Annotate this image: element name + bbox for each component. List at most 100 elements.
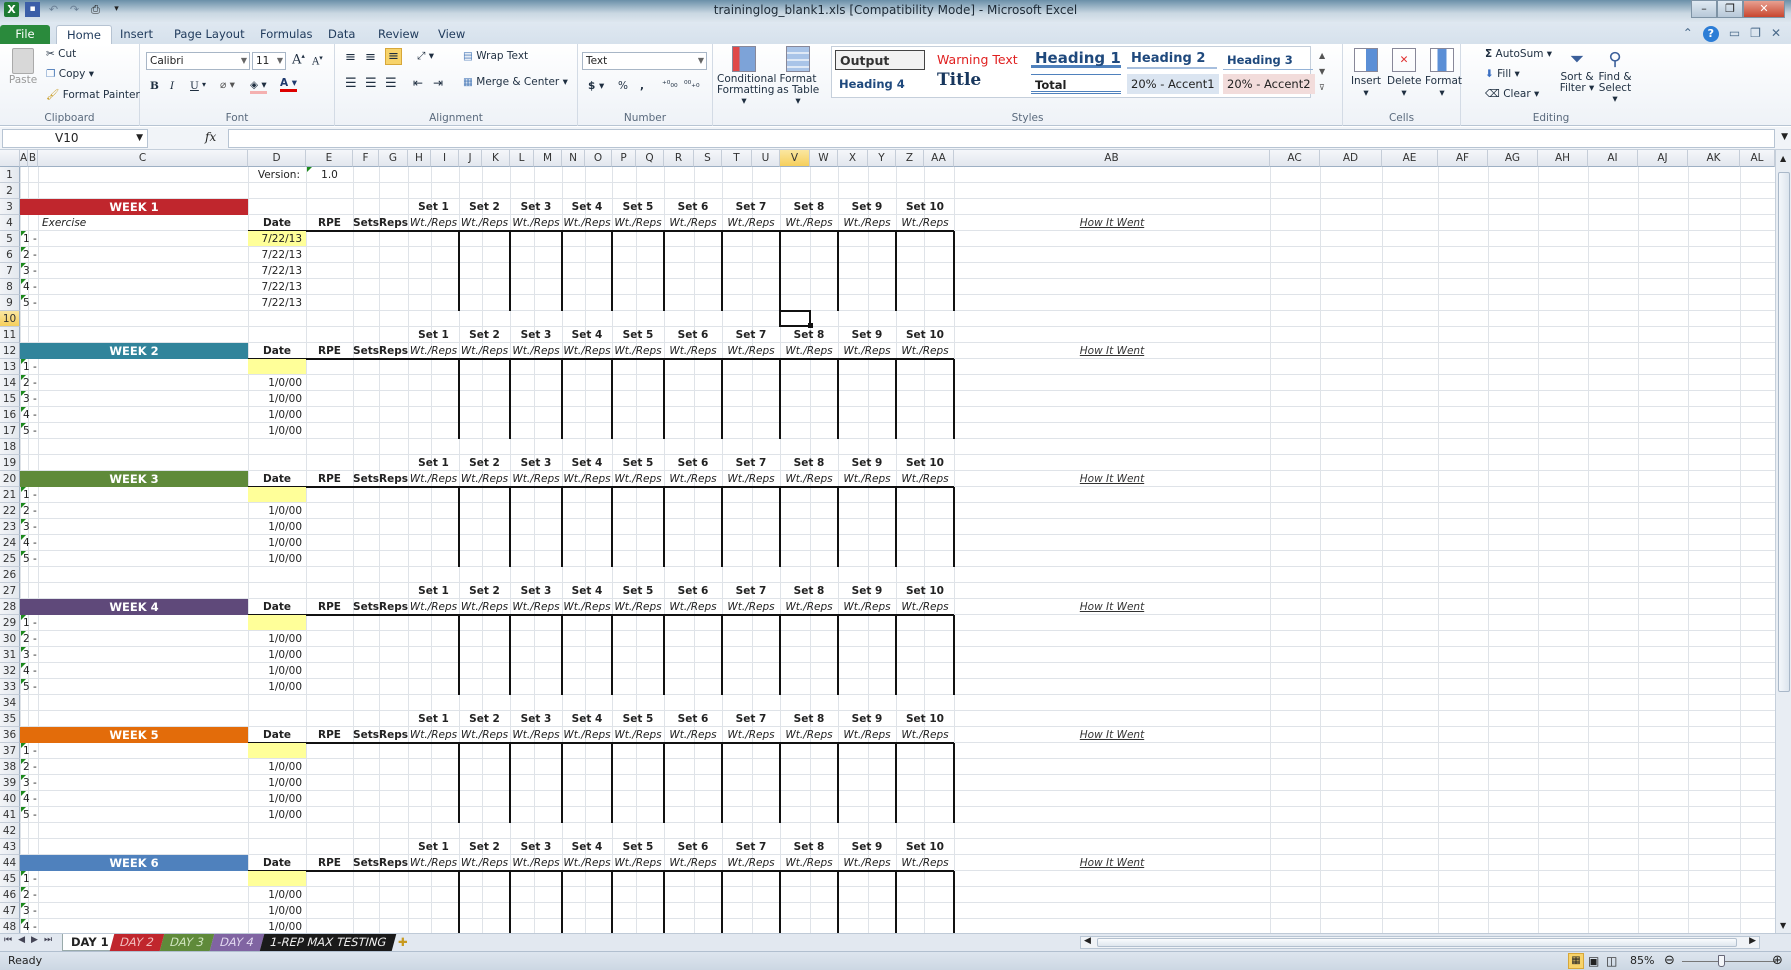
date-cell[interactable]: 1/0/00	[248, 679, 302, 695]
align-left-icon[interactable]: ☰	[345, 76, 357, 91]
date-cell[interactable]: 1/0/00	[248, 519, 302, 535]
align-right-icon[interactable]: ☰	[385, 76, 397, 91]
autosum-button[interactable]: Σ AutoSum ▾	[1485, 48, 1552, 60]
zoom-slider[interactable]	[1682, 961, 1776, 962]
date-cell[interactable]: 1/0/00	[248, 503, 302, 519]
worksheet-grid[interactable]: A B C D E F G H I J K L M N O P Q R S T U V W X Y Z AA AB AC AD AE AF AG…	[0, 150, 1775, 933]
conditional-formatting-button[interactable]: Conditional Formatting ▾	[717, 46, 776, 107]
row-header-47[interactable]: 47	[0, 903, 20, 919]
insert-sheet-icon[interactable]: ✚	[390, 934, 416, 951]
date-cell[interactable]: 7/22/13	[248, 263, 302, 279]
row-header-3[interactable]: 3	[0, 199, 20, 215]
date-cell[interactable]: 7/22/13	[248, 247, 302, 263]
exercise-name-cell[interactable]	[38, 519, 248, 535]
exercise-name-cell[interactable]	[38, 903, 248, 919]
restore-button[interactable]: ❐	[1717, 0, 1743, 18]
gallery-scroll[interactable]: ▲ ▼ ⊽	[1319, 48, 1325, 96]
row-header-10[interactable]: 10	[0, 311, 20, 327]
vertical-scrollbar[interactable]: ▲ ▼	[1775, 150, 1791, 933]
row-header-38[interactable]: 38	[0, 759, 20, 775]
copy-button[interactable]: ❐ Copy ▾	[46, 68, 94, 80]
exercise-name-cell[interactable]	[38, 791, 248, 807]
row-header-15[interactable]: 15	[0, 391, 20, 407]
page-break-view-icon[interactable]: ◫	[1606, 952, 1617, 970]
row-header-7[interactable]: 7	[0, 263, 20, 279]
date-cell[interactable]: 1/0/00	[248, 535, 302, 551]
date-cell[interactable]: 1/0/00	[248, 551, 302, 567]
row-header-2[interactable]: 2	[0, 183, 20, 199]
exercise-name-cell[interactable]	[38, 551, 248, 567]
tab-review[interactable]: Review	[368, 25, 429, 44]
row-header-43[interactable]: 43	[0, 839, 20, 855]
row-header-33[interactable]: 33	[0, 679, 20, 695]
sort-filter-button[interactable]: ⏷ Sort & Filter ▾	[1557, 48, 1597, 94]
percent-button[interactable]: %	[618, 80, 628, 92]
underline-button[interactable]: U	[190, 80, 199, 92]
row-header-26[interactable]: 26	[0, 567, 20, 583]
column-header-ae[interactable]: AE	[1382, 150, 1438, 167]
row-header-36[interactable]: 36	[0, 727, 20, 743]
row-header-42[interactable]: 42	[0, 823, 20, 839]
tab-formulas[interactable]: Formulas	[250, 25, 323, 44]
style-20-accent2[interactable]: 20% - Accent2	[1223, 74, 1315, 94]
row-header-40[interactable]: 40	[0, 791, 20, 807]
row-header-8[interactable]: 8	[0, 279, 20, 295]
tab-insert[interactable]: Insert	[110, 25, 163, 44]
page-layout-view-icon[interactable]: ▣	[1588, 952, 1599, 970]
row-header-34[interactable]: 34	[0, 695, 20, 711]
italic-button[interactable]: I	[170, 80, 174, 92]
font-color-icon[interactable]: A ▾	[280, 77, 298, 92]
row-header-48[interactable]: 48	[0, 919, 20, 933]
column-header-z[interactable]: Z	[896, 150, 924, 167]
row-header-37[interactable]: 37	[0, 743, 20, 759]
comma-button[interactable]: ,	[640, 80, 644, 92]
delete-cells-button[interactable]: ✕ Delete ▾	[1387, 48, 1422, 99]
row-header-19[interactable]: 19	[0, 455, 20, 471]
row-header-11[interactable]: 11	[0, 327, 20, 343]
date-cell[interactable]: 1/0/00	[248, 791, 302, 807]
column-header-ad[interactable]: AD	[1320, 150, 1382, 167]
selected-cell[interactable]	[779, 310, 811, 327]
date-cell[interactable]: 1/0/00	[248, 903, 302, 919]
format-painter-button[interactable]: 🖌 Format Painter	[46, 88, 140, 101]
date-cell[interactable]: 1/0/00	[248, 807, 302, 823]
column-header-u[interactable]: U	[752, 150, 780, 167]
font-size-combo[interactable]: 11 ▼	[252, 52, 286, 70]
style-20-accent1[interactable]: 20% - Accent1	[1127, 74, 1219, 94]
exercise-name-cell[interactable]	[38, 759, 248, 775]
scroll-down-icon[interactable]: ▼	[1780, 921, 1786, 930]
normal-view-icon[interactable]: ▦	[1568, 953, 1584, 969]
row-header-35[interactable]: 35	[0, 711, 20, 727]
exercise-name-cell[interactable]	[38, 871, 248, 887]
grow-font-icon[interactable]: A▴	[292, 52, 305, 67]
borders-icon[interactable]: ⌀ ▾	[220, 79, 235, 91]
row-header-17[interactable]: 17	[0, 423, 20, 439]
tab-page-layout[interactable]: Page Layout	[164, 25, 255, 44]
row-header-39[interactable]: 39	[0, 775, 20, 791]
column-header-x[interactable]: X	[838, 150, 868, 167]
workbook-minimize-icon[interactable]: ▭	[1729, 26, 1740, 42]
increase-indent-icon[interactable]: ⇥	[433, 76, 443, 90]
column-header-aa[interactable]: AA	[924, 150, 954, 167]
workbook-close-icon[interactable]: ✕	[1771, 26, 1781, 42]
column-header-ai[interactable]: AI	[1588, 150, 1638, 167]
row-header-12[interactable]: 12	[0, 343, 20, 359]
column-header-n[interactable]: N	[562, 150, 585, 167]
row-header-5[interactable]: 5	[0, 231, 20, 247]
increase-decimal-icon[interactable]: ⁺⁰₀₀	[662, 80, 678, 90]
exercise-name-cell[interactable]	[38, 535, 248, 551]
format-cells-button[interactable]: Format ▾	[1425, 48, 1462, 99]
exercise-name-cell[interactable]	[38, 615, 248, 631]
exercise-name-cell[interactable]	[38, 263, 248, 279]
scroll-right-icon[interactable]: ▶	[1749, 936, 1756, 946]
align-middle-icon[interactable]: ≡	[365, 50, 376, 65]
wrap-text-button[interactable]: ▤ Wrap Text	[463, 50, 528, 62]
sheet-tab-day-4[interactable]: DAY 4	[209, 934, 264, 951]
row-header-22[interactable]: 22	[0, 503, 20, 519]
style-output[interactable]: Output	[835, 50, 925, 70]
exercise-name-cell[interactable]	[38, 743, 248, 759]
row-header-30[interactable]: 30	[0, 631, 20, 647]
orientation-icon[interactable]: ⤢ ▾	[417, 50, 434, 63]
zoom-slider-thumb[interactable]	[1718, 955, 1726, 967]
column-header-ab[interactable]: AB	[954, 150, 1270, 167]
